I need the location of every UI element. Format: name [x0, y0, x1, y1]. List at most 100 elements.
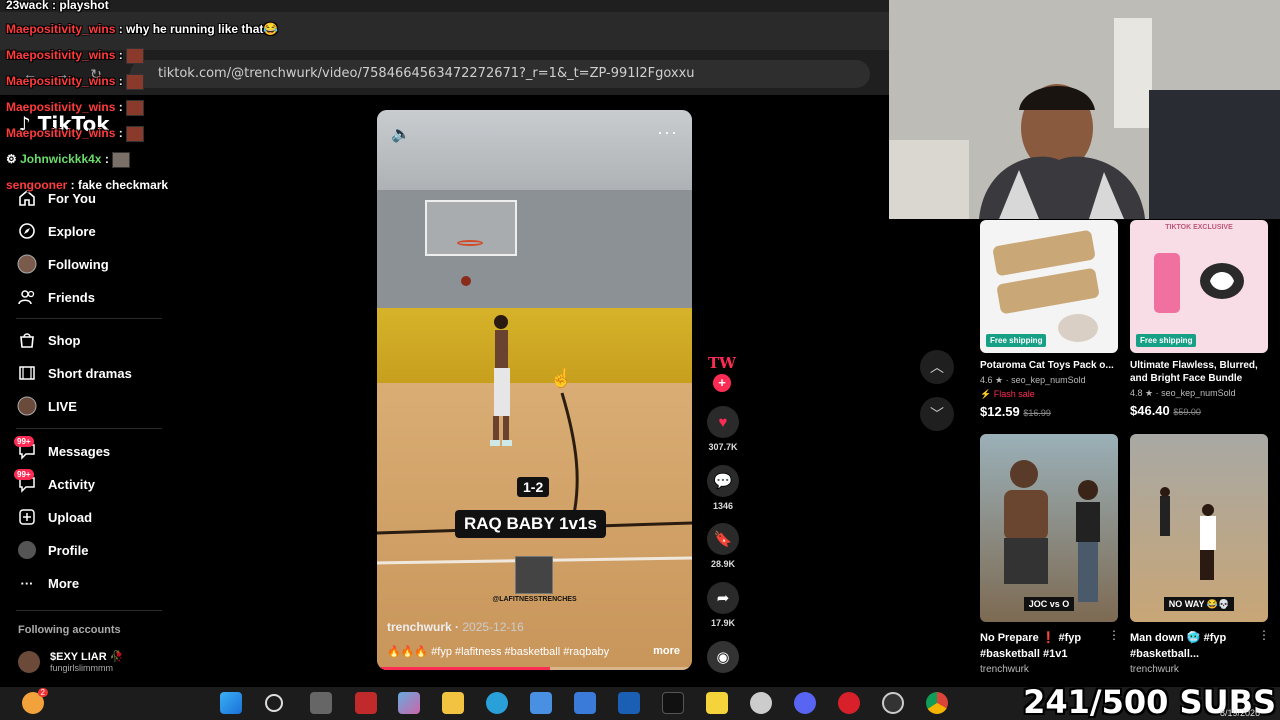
video-player[interactable]: 🔈 ··· 1-2 RAQ BABY 1v1s @LAFITNESSTRENCH…	[377, 110, 692, 670]
chat-message: 23wack : playshot	[6, 0, 109, 12]
call-of-duty-icon[interactable]	[662, 692, 684, 714]
mouse-cursor-icon: ☝	[550, 368, 573, 388]
outlook-icon[interactable]	[618, 692, 640, 714]
sidebar-item-activity[interactable]: 99+ Activity	[14, 469, 95, 498]
shop-bag-icon	[16, 329, 38, 351]
sidebar-item-label: For You	[48, 190, 96, 206]
chat-message: Maepositivity_wins :	[6, 74, 145, 90]
creator-watermark-image	[515, 556, 553, 594]
sidebar-item-upload[interactable]: Upload	[16, 503, 92, 531]
app-icon-with-badge[interactable]: 2	[22, 688, 48, 714]
more-button[interactable]: more	[653, 645, 680, 657]
music-disc-button[interactable]: ◉	[700, 641, 746, 673]
creator-avatar[interactable]: TW	[708, 354, 738, 376]
previous-video-button[interactable]: ︿	[920, 350, 954, 384]
address-bar[interactable]: tiktok.com/@trenchwurk/video/75846645634…	[130, 60, 870, 88]
chat-message: Maepositivity_wins :	[6, 126, 145, 142]
volume-icon[interactable]: 🔈	[391, 124, 411, 144]
sold-label: seo_kep_numSold	[1011, 375, 1086, 385]
antivirus-icon[interactable]	[355, 692, 377, 714]
product-title: Potaroma Cat Toys Pack o...	[980, 360, 1114, 371]
price-value: $12.59	[980, 404, 1020, 419]
friends-icon	[16, 286, 38, 308]
mod-badge-icon: ⚙	[6, 152, 17, 167]
chat-message: sengooner : fake checkmark	[6, 178, 169, 192]
sidebar-item-friends[interactable]: Friends	[16, 283, 95, 311]
bookmark-icon: 🔖	[707, 523, 739, 555]
windows-start-icon[interactable]	[220, 692, 242, 714]
like-button[interactable]: ♥ 307.7K	[700, 406, 746, 452]
share-count: 17.9K	[710, 618, 736, 628]
exclusive-badge: TIKTOK EXCLUSIVE	[1165, 224, 1233, 231]
product-card[interactable]: TIKTOK EXCLUSIVE Free shipping Ultimate …	[1130, 220, 1268, 418]
app-icon[interactable]	[750, 692, 772, 714]
follow-plus-button[interactable]: +	[713, 374, 731, 392]
related-video-card[interactable]: NO WAY 😂💀 Man down 🥶 #fyp #basketball...…	[1130, 434, 1268, 675]
related-video-card[interactable]: JOC vs O No Prepare ❗ #fyp #basketball #…	[980, 434, 1118, 675]
video-author[interactable]: trenchwurk · 2025-12-16	[387, 620, 524, 634]
edge-icon[interactable]	[486, 692, 508, 714]
heart-icon: ♥	[707, 406, 739, 438]
comment-button[interactable]: 💬 1346	[700, 465, 746, 511]
sidebar-item-messages[interactable]: 99+ Messages	[14, 436, 110, 465]
author-name: trenchwurk	[387, 620, 452, 634]
old-price: $16.99	[1023, 408, 1051, 418]
product-price: $12.59 $16.99	[980, 404, 1118, 419]
chat-username: 23wack	[6, 0, 49, 12]
product-rating: 4.6 ★ · seo_kep_numSold	[980, 375, 1086, 385]
sold-label: seo_kep_numSold	[1161, 388, 1236, 398]
account-username: fungirlslimmmm	[50, 663, 113, 673]
search-icon[interactable]	[265, 694, 283, 712]
film-icon	[16, 362, 38, 384]
messages-badge: 99+	[14, 436, 34, 447]
emote-icon	[126, 48, 145, 64]
sticky-notes-icon[interactable]	[706, 692, 728, 714]
emote-icon	[126, 74, 145, 90]
obs-icon[interactable]	[882, 692, 904, 714]
copilot-icon[interactable]	[398, 692, 420, 714]
basketball	[461, 276, 471, 286]
sidebar-item-following[interactable]: Following	[16, 250, 109, 278]
sidebar-item-explore[interactable]: Explore	[16, 217, 96, 245]
more-options-icon[interactable]: ⋮	[1108, 628, 1120, 642]
product-image: TIKTOK EXCLUSIVE Free shipping	[1130, 220, 1268, 353]
account-name: $EXY LIAR 🥀	[50, 651, 124, 663]
activity-badge: 99+	[14, 469, 34, 480]
save-button[interactable]: 🔖 28.9K	[700, 523, 746, 569]
followed-account[interactable]: $EXY LIAR 🥀 fungirlslimmmm	[18, 650, 123, 673]
sidebar-item-short-dramas[interactable]: Short dramas	[16, 359, 132, 387]
music-disc-icon: ◉	[707, 641, 739, 673]
chat-message: ⚙ Johnwickkk4x :	[6, 152, 131, 168]
chrome-icon[interactable]	[926, 692, 948, 714]
app-icon[interactable]	[574, 692, 596, 714]
chat-username: Maepositivity_wins	[6, 22, 116, 36]
video-progress-bar[interactable]	[377, 667, 692, 670]
next-video-button[interactable]: ﹀	[920, 397, 954, 431]
chat-text: playshot	[59, 0, 109, 12]
task-view-icon[interactable]	[310, 692, 332, 714]
chat-message: Maepositivity_wins : why he running like…	[6, 22, 279, 36]
sidebar-item-profile[interactable]: Profile	[16, 536, 88, 564]
file-explorer-icon[interactable]	[442, 692, 464, 714]
opera-icon[interactable]	[838, 692, 860, 714]
sidebar-item-shop[interactable]: Shop	[16, 326, 81, 354]
sidebar-item-live[interactable]: LIVE	[16, 392, 77, 420]
video-hashtags[interactable]: 🔥🔥🔥 #fyp #lafitness #basketball #raqbaby	[387, 645, 609, 658]
emote-icon	[112, 152, 131, 168]
video-date: 2025-12-16	[462, 620, 524, 634]
store-icon[interactable]	[530, 692, 552, 714]
following-accounts-header: Following accounts	[18, 624, 121, 636]
related-video-title: Man down 🥶 #fyp #basketball...	[1130, 632, 1227, 660]
share-button[interactable]: ➦ 17.9K	[700, 582, 746, 628]
sidebar-item-label: Following	[48, 256, 109, 272]
video-menu-icon[interactable]: ···	[657, 122, 678, 143]
avatar	[18, 650, 40, 673]
discord-icon[interactable]	[794, 692, 816, 714]
chat-username: Maepositivity_wins	[6, 126, 116, 141]
sidebar-item-label: Shop	[48, 332, 81, 348]
sidebar-divider	[16, 428, 162, 429]
more-options-icon[interactable]: ⋮	[1258, 628, 1270, 642]
product-card[interactable]: Free shipping Potaroma Cat Toys Pack o..…	[980, 220, 1118, 419]
sidebar-item-more[interactable]: ··· More	[16, 569, 80, 597]
chat-text: why he running like that😂	[126, 22, 279, 36]
